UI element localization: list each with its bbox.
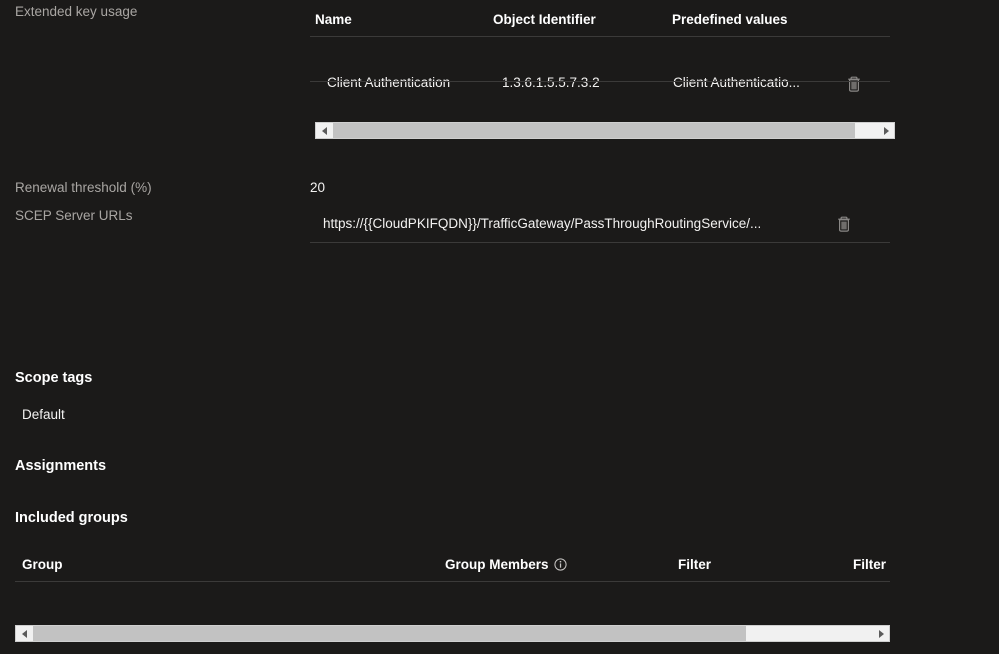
trash-icon[interactable] <box>833 212 855 236</box>
eku-cell-predefined-values: Client Authenticatio... <box>673 75 800 90</box>
eku-column-header-name: Name <box>315 12 352 27</box>
included-groups-heading: Included groups <box>15 510 128 526</box>
info-icon[interactable] <box>553 558 567 571</box>
eku-scrollbar-thumb[interactable] <box>333 123 856 138</box>
trash-icon[interactable] <box>843 72 865 96</box>
assignments-heading: Assignments <box>15 458 107 474</box>
filter-name-column-header: Filter <box>853 557 887 572</box>
group-column-header: Group <box>22 557 63 572</box>
extended-key-usage-table: Name Object Identifier Predefined values… <box>310 0 895 139</box>
eku-scrollbar-track[interactable] <box>333 123 877 138</box>
filter-mode-column-header: Filter <box>678 557 712 572</box>
included-groups-header-row: Group Group Members Filter Filter <box>15 545 890 573</box>
eku-column-header-object-identifier: Object Identifier <box>493 12 596 27</box>
chevron-left-icon[interactable] <box>16 626 33 641</box>
scep-server-urls-row: https://{{CloudPKIFQDN}}/TrafficGateway/… <box>310 205 890 243</box>
eku-horizontal-scrollbar[interactable] <box>315 122 895 139</box>
certificate-profile-details-pane: Extended key usage Name Object Identifie… <box>0 0 999 654</box>
scep-server-url-value: https://{{CloudPKIFQDN}}/TrafficGateway/… <box>323 216 762 231</box>
eku-column-header-predefined-values: Predefined values <box>672 12 788 27</box>
renewal-threshold-value: 20 <box>310 180 326 195</box>
eku-table-header-row: Name Object Identifier Predefined values <box>310 0 890 28</box>
chevron-right-icon[interactable] <box>877 123 894 138</box>
chevron-left-icon[interactable] <box>316 123 333 138</box>
scope-tag-item-default: Default <box>22 407 65 422</box>
extended-key-usage-label: Extended key usage <box>15 4 138 19</box>
chevron-right-icon[interactable] <box>872 626 889 641</box>
eku-cell-name: Client Authentication <box>327 75 451 90</box>
eku-row-divider <box>310 81 890 82</box>
included-groups-scrollbar-track[interactable] <box>33 626 872 641</box>
scep-row-divider <box>310 242 890 243</box>
group-members-column-header-label: Group Members <box>445 557 549 572</box>
eku-cell-object-identifier: 1.3.6.1.5.5.7.3.2 <box>502 75 600 90</box>
table-row[interactable]: Client Authentication 1.3.6.1.5.5.7.3.2 … <box>310 28 890 92</box>
group-members-column-header: Group Members <box>445 557 567 573</box>
included-groups-scrollbar-thumb[interactable] <box>33 626 747 641</box>
included-groups-horizontal-scrollbar[interactable] <box>15 625 890 642</box>
scope-tags-heading: Scope tags <box>15 370 93 386</box>
included-groups-table: Group Group Members Filter Filter Cloud … <box>15 545 890 642</box>
scep-server-urls-label: SCEP Server URLs <box>15 208 133 223</box>
renewal-threshold-label: Renewal threshold (%) <box>15 180 152 195</box>
table-row[interactable]: Cloud PKI Users 0 devices, 1 users None … <box>15 573 890 640</box>
